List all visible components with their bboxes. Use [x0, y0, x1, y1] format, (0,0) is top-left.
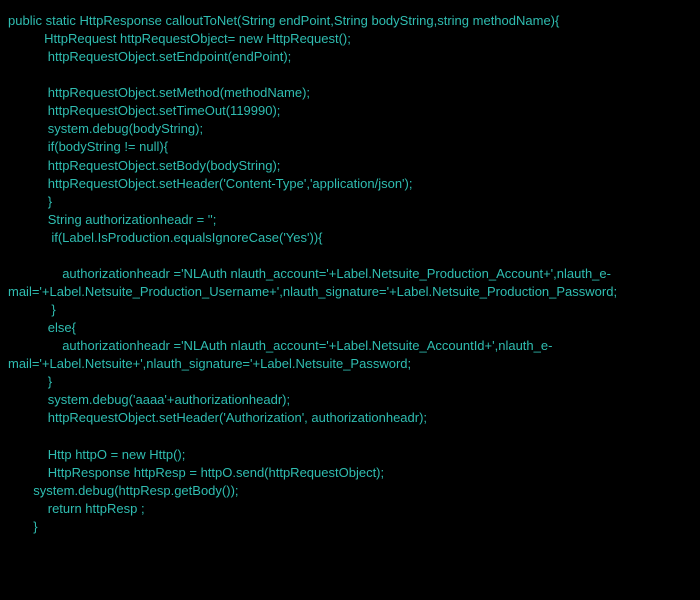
code-line: } — [8, 519, 38, 534]
code-line: httpRequestObject.setHeader('Content-Typ… — [8, 176, 412, 191]
code-line: String authorizationheadr = ''; — [8, 212, 216, 227]
code-line: system.debug(bodyString); — [8, 121, 203, 136]
code-line: httpRequestObject.setEndpoint(endPoint); — [8, 49, 291, 64]
code-line: httpRequestObject.setTimeOut(119990); — [8, 103, 280, 118]
code-line: httpRequestObject.setMethod(methodName); — [8, 85, 310, 100]
code-line: } — [8, 374, 52, 389]
code-line: public static HttpResponse calloutToNet(… — [8, 13, 559, 28]
code-line: authorizationheadr ='NLAuth nlauth_accou… — [8, 338, 552, 371]
code-line: system.debug(httpResp.getBody()); — [8, 483, 239, 498]
code-line: return httpResp ; — [8, 501, 145, 516]
code-line: } — [8, 194, 52, 209]
code-line: system.debug('aaaa'+authorizationheadr); — [8, 392, 290, 407]
code-line: HttpRequest httpRequestObject= new HttpR… — [8, 31, 351, 46]
code-line: httpRequestObject.setHeader('Authorizati… — [8, 410, 427, 425]
code-line: authorizationheadr ='NLAuth nlauth_accou… — [8, 266, 617, 299]
code-line: else{ — [8, 320, 76, 335]
code-line: Http httpO = new Http(); — [8, 447, 185, 462]
code-line: httpRequestObject.setBody(bodyString); — [8, 158, 280, 173]
code-line: HttpResponse httpResp = httpO.send(httpR… — [8, 465, 384, 480]
code-block: public static HttpResponse calloutToNet(… — [8, 12, 692, 536]
code-line: if(Label.IsProduction.equalsIgnoreCase('… — [8, 230, 322, 245]
code-line: if(bodyString != null){ — [8, 139, 168, 154]
code-line: } — [8, 302, 56, 317]
